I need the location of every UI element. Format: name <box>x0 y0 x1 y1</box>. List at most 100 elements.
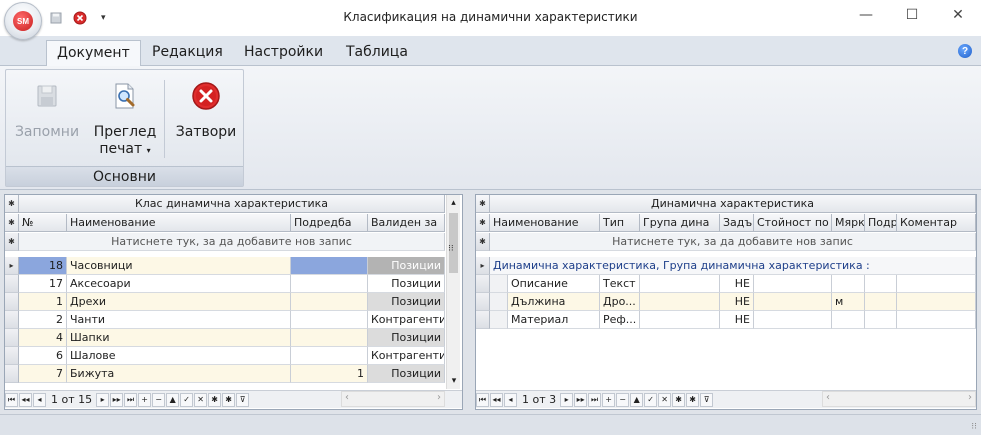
nav-post-button[interactable]: ✓ <box>644 392 658 407</box>
cell-no[interactable]: 7 <box>19 365 67 383</box>
cell-valid[interactable]: Позиции <box>368 257 445 275</box>
scroll-right-icon[interactable]: › <box>437 392 441 403</box>
group-row[interactable]: ▸ Динамична характеристика, Група динами… <box>476 257 976 275</box>
cell-name[interactable]: Шапки <box>67 329 291 347</box>
table-row[interactable]: 4 Шапки Позиции <box>5 329 445 347</box>
scroll-thumb[interactable] <box>449 213 458 273</box>
cell-group[interactable] <box>640 293 720 311</box>
cell-valid[interactable]: Контрагенти <box>368 311 445 329</box>
nav-edit-button[interactable]: ▲ <box>630 392 644 407</box>
panel-splitter[interactable] <box>464 194 474 410</box>
cell-no[interactable]: 6 <box>19 347 67 365</box>
cell-valid[interactable]: Контрагенти <box>368 347 445 365</box>
cell-required[interactable]: НЕ <box>720 293 754 311</box>
column-header-order[interactable]: Подр <box>865 214 897 232</box>
nav-next-page-button[interactable]: ▸▸ <box>110 392 124 407</box>
cell-type[interactable]: Дро... <box>600 293 640 311</box>
cell-no[interactable]: 18 <box>19 257 67 275</box>
cell-valid[interactable]: Позиции <box>368 329 445 347</box>
nav-prev-page-button[interactable]: ◂◂ <box>490 392 503 407</box>
cell-comment[interactable] <box>897 311 976 329</box>
nav-insert-button[interactable]: + <box>602 392 616 407</box>
cell-no[interactable]: 2 <box>19 311 67 329</box>
add-record-prompt[interactable]: Натиснете тук, за да добавите нов запис <box>19 233 445 251</box>
table-row[interactable]: 7 Бижута 1 Позиции <box>5 365 445 383</box>
help-icon[interactable]: ? <box>958 44 972 58</box>
nav-next-button[interactable]: ▸ <box>560 392 574 407</box>
column-header-unit[interactable]: Мярк <box>832 214 865 232</box>
column-header-comment[interactable]: Коментар <box>897 214 976 232</box>
cell-type[interactable]: Реф... <box>600 311 640 329</box>
nav-bookmark-button[interactable]: ✱ <box>222 392 236 407</box>
nav-bookmark-button[interactable]: ✱ <box>686 392 700 407</box>
table-row[interactable]: Материал Реф... НЕ <box>476 311 976 329</box>
column-header-name[interactable]: Наименование <box>490 214 600 232</box>
cell-order[interactable] <box>291 329 368 347</box>
column-header-required[interactable]: Задъ <box>720 214 754 232</box>
resize-grip-icon[interactable]: ⁝⁝ <box>971 422 977 432</box>
cell-order[interactable] <box>291 311 368 329</box>
cell-order[interactable] <box>291 257 368 275</box>
nav-post-button[interactable]: ✓ <box>180 392 194 407</box>
left-vertical-scrollbar[interactable]: ▴ ▾ <box>446 195 460 389</box>
cell-valid[interactable]: Позиции <box>368 293 445 311</box>
cell-name[interactable]: Шалове <box>67 347 291 365</box>
cell-order[interactable]: 1 <box>291 365 368 383</box>
close-button[interactable]: Затвори <box>170 76 242 162</box>
right-new-row[interactable]: ✱ Натиснете тук, за да добавите нов запи… <box>476 233 976 251</box>
column-header-type[interactable]: Тип <box>600 214 640 232</box>
cell-default[interactable] <box>754 275 832 293</box>
cell-name[interactable]: Описание <box>508 275 600 293</box>
cell-order[interactable] <box>291 293 368 311</box>
cell-required[interactable]: НЕ <box>720 275 754 293</box>
cell-name[interactable]: Аксесоари <box>67 275 291 293</box>
scroll-left-icon[interactable]: ‹ <box>345 392 349 403</box>
column-header-no[interactable]: № <box>19 214 67 232</box>
cell-order[interactable] <box>291 275 368 293</box>
cell-name[interactable]: Бижута <box>67 365 291 383</box>
nav-cancel-button[interactable]: ✕ <box>194 392 208 407</box>
maximize-button[interactable]: ☐ <box>889 0 935 30</box>
nav-next-button[interactable]: ▸ <box>96 392 110 407</box>
table-row[interactable]: 6 Шалове Контрагенти <box>5 347 445 365</box>
table-row[interactable]: 1 Дрехи Позиции <box>5 293 445 311</box>
scroll-down-icon[interactable]: ▾ <box>447 373 461 389</box>
cell-name[interactable]: Материал <box>508 311 600 329</box>
cell-unit[interactable] <box>832 311 865 329</box>
cell-unit[interactable]: м <box>832 293 865 311</box>
nav-refresh-button[interactable]: ✱ <box>208 392 222 407</box>
column-header-order[interactable]: Подредба <box>291 214 368 232</box>
nav-filter-button[interactable]: ⊽ <box>236 392 250 407</box>
cell-unit[interactable] <box>832 275 865 293</box>
nav-refresh-button[interactable]: ✱ <box>672 392 686 407</box>
cell-order[interactable] <box>865 275 897 293</box>
nav-cancel-button[interactable]: ✕ <box>658 392 672 407</box>
table-row[interactable]: Описание Текст НЕ <box>476 275 976 293</box>
app-menu-button[interactable]: SM <box>4 2 42 40</box>
nav-next-page-button[interactable]: ▸▸ <box>574 392 588 407</box>
nav-edit-button[interactable]: ▲ <box>166 392 180 407</box>
nav-prev-page-button[interactable]: ◂◂ <box>19 392 32 407</box>
cell-order[interactable] <box>865 311 897 329</box>
scroll-left-icon[interactable]: ‹ <box>826 392 830 403</box>
column-header-default[interactable]: Стойност по по <box>754 214 832 232</box>
tab-document[interactable]: Документ <box>46 40 141 67</box>
cell-required[interactable]: НЕ <box>720 311 754 329</box>
scroll-up-icon[interactable]: ▴ <box>447 195 460 211</box>
cell-order[interactable] <box>865 293 897 311</box>
left-horizontal-scrollbar[interactable]: ‹ › <box>341 391 445 407</box>
cell-name[interactable]: Часовници <box>67 257 291 275</box>
table-row[interactable]: Дължина Дро... НЕ м <box>476 293 976 311</box>
cell-group[interactable] <box>640 275 720 293</box>
cell-name[interactable]: Дължина <box>508 293 600 311</box>
nav-delete-button[interactable]: − <box>616 392 630 407</box>
nav-last-button[interactable]: ⏭ <box>588 392 602 407</box>
print-preview-button[interactable]: Преглед печат ▾ <box>88 76 162 162</box>
column-header-group[interactable]: Група дина <box>640 214 720 232</box>
cell-default[interactable] <box>754 311 832 329</box>
cell-valid[interactable]: Позиции <box>368 275 445 293</box>
table-row[interactable]: 2 Чанти Контрагенти <box>5 311 445 329</box>
nav-insert-button[interactable]: + <box>138 392 152 407</box>
nav-prev-button[interactable]: ◂ <box>504 392 517 407</box>
add-record-prompt[interactable]: Натиснете тук, за да добавите нов запис <box>490 233 976 251</box>
